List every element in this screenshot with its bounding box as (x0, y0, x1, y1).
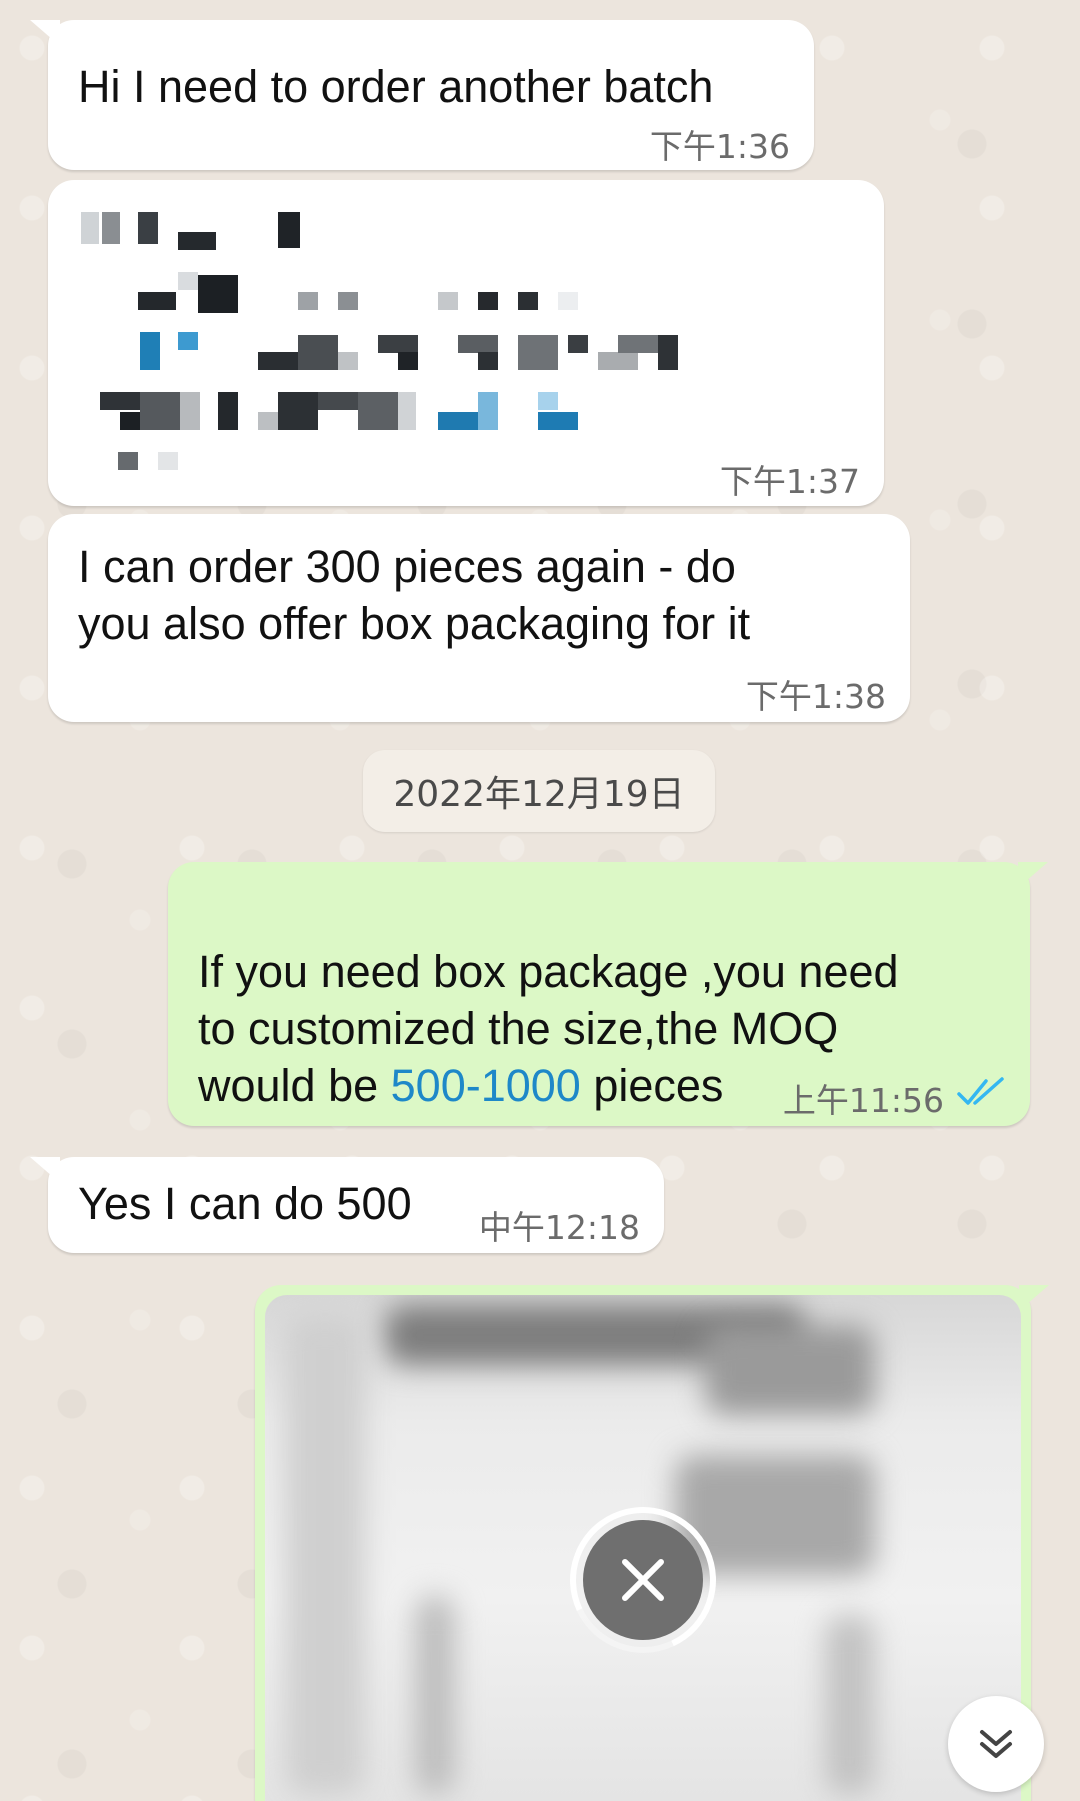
date-divider: 2022年12月19日 (363, 750, 715, 832)
message-text: I can order 300 pieces again - do you al… (78, 541, 751, 649)
message-bubble-incoming-redacted[interactable]: 下午1:37 (48, 180, 884, 506)
double-check-icon (956, 1076, 1006, 1108)
message-bubble-outgoing[interactable]: If you need box package ,you need to cus… (168, 862, 1048, 1126)
message-bubble-incoming[interactable]: Hi I need to order another batch 下午1:36 (30, 20, 814, 170)
message-timestamp: 上午11:56 (782, 1081, 944, 1120)
phone-number-link[interactable]: 500-1000 (391, 1060, 581, 1111)
close-icon[interactable] (583, 1520, 703, 1640)
message-text-part: pieces (580, 1060, 724, 1111)
message-bubble-incoming[interactable]: Yes I can do 500 中午12:18 (30, 1157, 664, 1253)
message-text: Yes I can do 500 (78, 1178, 412, 1229)
message-bubble-incoming[interactable]: I can order 300 pieces again - do you al… (48, 514, 910, 722)
message-timestamp: 下午1:36 (649, 127, 790, 166)
message-timestamp: 中午12:18 (478, 1208, 640, 1247)
message-timestamp: 下午1:38 (745, 677, 886, 716)
double-chevron-down-icon[interactable] (948, 1696, 1044, 1792)
message-timestamp: 下午1:37 (719, 462, 860, 501)
message-text: Hi I need to order another batch (78, 61, 714, 112)
